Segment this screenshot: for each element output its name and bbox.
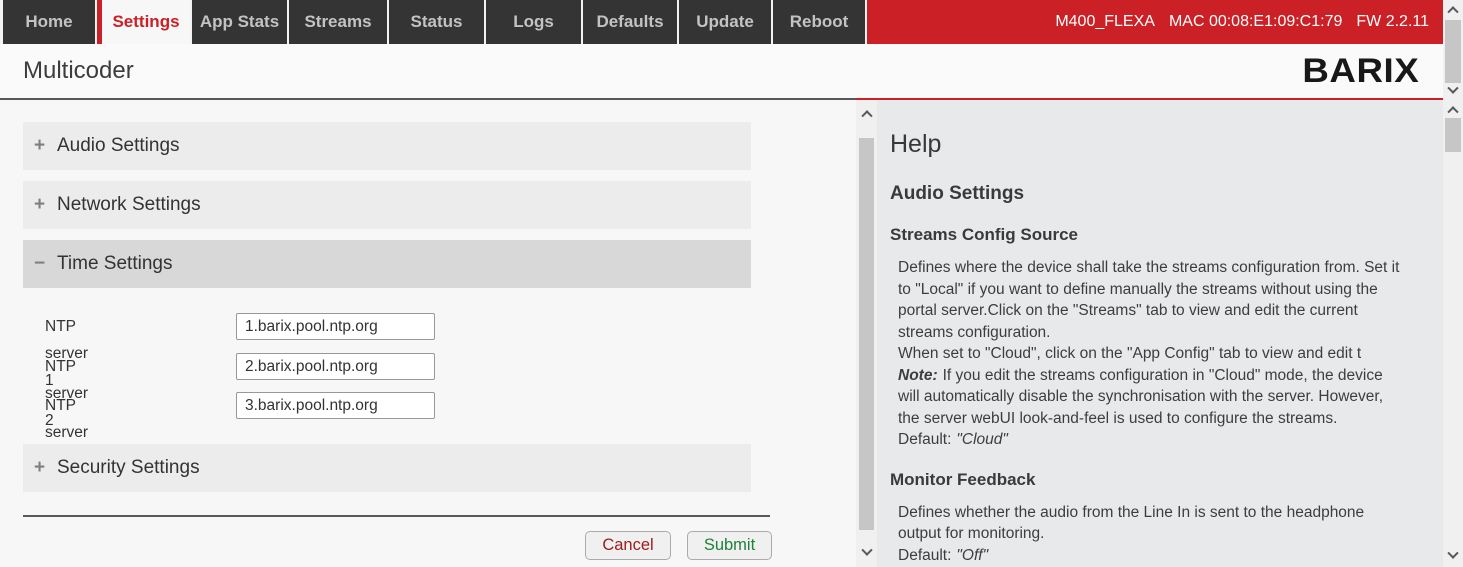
help-line: will automatically disable the synchroni… <box>898 386 1443 408</box>
expand-plus-icon: + <box>34 194 57 216</box>
scroll-up-icon[interactable] <box>1443 100 1463 118</box>
default-value: "Off" <box>956 547 988 564</box>
accordion-label: Network Settings <box>57 194 201 216</box>
accordion-label: Security Settings <box>57 457 200 479</box>
title-bar: Multicoder BARIX <box>0 44 1463 98</box>
default-label: Default: <box>898 547 951 564</box>
help-line: output for monitoring. <box>898 523 1443 545</box>
help-section-heading: Audio Settings <box>890 182 1443 206</box>
scrollbar-thumb[interactable] <box>1445 118 1461 152</box>
help-line: Defines whether the audio from the Line … <box>898 502 1443 524</box>
help-topic-monitor-feedback: Monitor Feedback <box>890 469 1443 491</box>
cancel-button[interactable]: Cancel <box>585 531 671 560</box>
default-value: "Cloud" <box>956 431 1008 448</box>
top-nav: Home Settings App Stats Streams Status L… <box>0 0 1463 44</box>
help-line: streams configuration. <box>898 322 1443 344</box>
accordion-time-settings[interactable]: − Time Settings <box>23 240 751 288</box>
page-title: Multicoder <box>23 57 134 85</box>
barix-logo: BARIX <box>1302 52 1419 91</box>
nav-tab-app-stats[interactable]: App Stats <box>192 0 287 44</box>
accordion-label: Time Settings <box>57 253 172 275</box>
device-info-bar: M400_FLEXA MAC 00:08:E1:09:C1:79 FW 2.2.… <box>867 0 1463 44</box>
help-line: Defines where the device shall take the … <box>898 257 1443 279</box>
help-line: to "Local" if you want to define manuall… <box>898 279 1443 301</box>
device-model: M400_FLEXA <box>1055 13 1155 31</box>
help-title: Help <box>890 130 1443 158</box>
scroll-down-icon[interactable] <box>1443 547 1463 565</box>
help-line-text: If you edit the streams configuration in… <box>943 367 1383 384</box>
ntp-server-3-input[interactable] <box>236 392 435 419</box>
help-panel: Help Audio Settings Streams Config Sourc… <box>877 100 1443 567</box>
nav-tab-streams[interactable]: Streams <box>289 0 387 44</box>
note-label: Note: <box>898 367 938 384</box>
expand-plus-icon: + <box>34 457 57 479</box>
nav-tab-status[interactable]: Status <box>389 0 484 44</box>
nav-tab-settings[interactable]: Settings <box>97 0 190 44</box>
accordion-network-settings[interactable]: + Network Settings <box>23 181 751 229</box>
scrollbar-thumb[interactable] <box>859 138 874 530</box>
ntp-server-1-input[interactable] <box>236 313 435 340</box>
help-topic-streams-config-source: Streams Config Source <box>890 224 1443 246</box>
nav-tab-defaults[interactable]: Defaults <box>583 0 677 44</box>
device-mac: MAC 00:08:E1:09:C1:79 <box>1169 13 1342 31</box>
scroll-up-icon[interactable] <box>856 104 877 122</box>
nav-tab-logs[interactable]: Logs <box>486 0 581 44</box>
accordion-audio-settings[interactable]: + Audio Settings <box>23 122 751 170</box>
scroll-down-icon[interactable] <box>1443 82 1463 100</box>
help-line: Default: "Cloud" <box>898 429 1443 451</box>
content-scrollbar[interactable] <box>856 100 877 567</box>
ntp-server-2-input[interactable] <box>236 353 435 380</box>
help-line: the server webUI look-and-feel is used t… <box>898 408 1443 430</box>
scroll-up-icon[interactable] <box>1443 0 1463 18</box>
help-line: Note: If you edit the streams configurati… <box>898 365 1443 387</box>
expand-plus-icon: + <box>34 135 57 157</box>
default-label: Default: <box>898 431 951 448</box>
collapse-minus-icon: − <box>34 253 57 275</box>
scrollbar-thumb[interactable] <box>1445 20 1461 83</box>
help-line: portal server.Click on the "Streams" tab… <box>898 300 1443 322</box>
help-paragraph: Defines whether the audio from the Line … <box>890 502 1443 567</box>
barix-webui-screen: Home Settings App Stats Streams Status L… <box>0 0 1463 567</box>
accordion-security-settings[interactable]: + Security Settings <box>23 444 751 492</box>
help-paragraph: Defines where the device shall take the … <box>890 257 1443 451</box>
nav-tab-update[interactable]: Update <box>679 0 771 44</box>
help-line: Default: "Off" <box>898 545 1443 567</box>
submit-button[interactable]: Submit <box>687 531 772 560</box>
device-firmware: FW 2.2.11 <box>1356 13 1429 31</box>
accordion-label: Audio Settings <box>57 135 180 157</box>
header-scrollbar[interactable] <box>1443 0 1463 100</box>
scroll-down-icon[interactable] <box>856 544 877 562</box>
help-scrollbar[interactable] <box>1443 100 1463 567</box>
form-actions-divider <box>23 515 770 517</box>
nav-tab-reboot[interactable]: Reboot <box>773 0 865 44</box>
nav-tab-home[interactable]: Home <box>3 0 95 44</box>
settings-content-frame: + Audio Settings + Network Settings − Ti… <box>0 100 856 567</box>
help-line: When set to "Cloud", click on the "App C… <box>898 343 1443 365</box>
